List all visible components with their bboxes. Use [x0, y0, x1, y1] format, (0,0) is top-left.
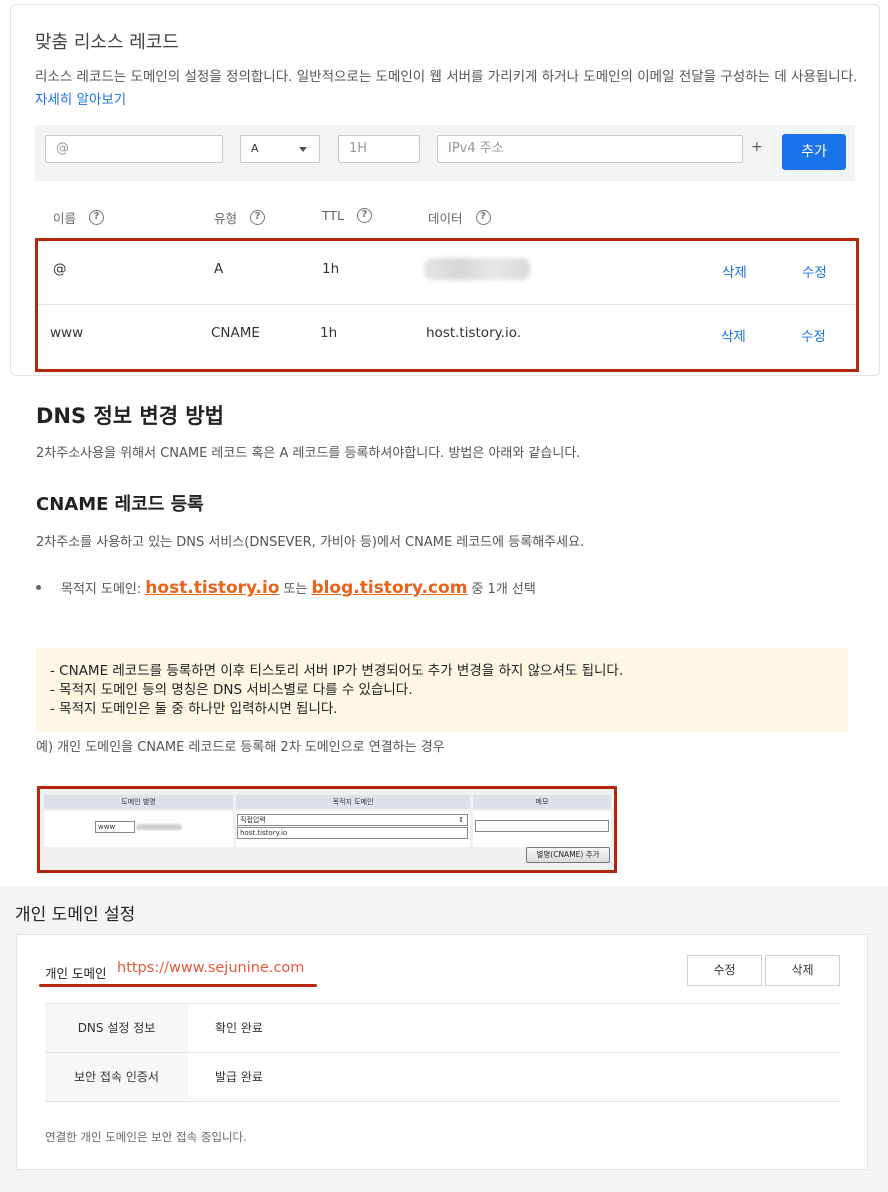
row2-data: host.tistory.io. — [426, 325, 522, 341]
destination-link-blog[interactable]: blog.tistory.com — [311, 578, 467, 598]
table-bottom-border — [45, 1101, 841, 1102]
row2-name: www — [50, 325, 84, 341]
example-add-cname-button: 별명(CNAME) 추가 — [526, 847, 610, 863]
plus-icon[interactable]: + — [751, 139, 763, 155]
edit-domain-button[interactable]: 수정 — [687, 955, 762, 986]
records-title: 맞춤 리소스 레코드 — [35, 32, 179, 53]
help-icon[interactable]: ? — [475, 210, 491, 225]
notice-box: - CNAME 레코드를 등록하면 이후 티스토리 서버 IP가 변경되어도 추… — [36, 648, 848, 732]
notice-line: - CNAME 레코드를 등록하면 이후 티스토리 서버 IP가 변경되어도 추… — [50, 663, 624, 679]
example-alias-input: www — [95, 821, 135, 833]
header-type: 유형 ? — [214, 208, 266, 227]
row2-ttl: 1h — [320, 325, 338, 341]
resource-records-panel: 맞춤 리소스 레코드 리소스 레코드는 도메인의 설정을 정의합니다. 일반적으… — [0, 0, 888, 378]
row1-edit-button[interactable]: 수정 — [802, 261, 827, 281]
guide-heading: DNS 정보 변경 방법 — [36, 404, 224, 428]
example-col-memo: 메모 — [473, 795, 611, 809]
header-ttl-label: TTL — [322, 208, 345, 223]
row1-name: @ — [53, 261, 67, 277]
notice-line: - 목적지 도메인 등의 명칭은 DNS 서비스별로 다를 수 있습니다. — [50, 682, 413, 698]
learn-more-link[interactable]: 자세히 알아보기 — [35, 92, 126, 108]
record-name-input[interactable]: @ — [45, 135, 223, 163]
row2-delete-button[interactable]: 삭제 — [721, 325, 746, 345]
example-col-alias: 도메인 별명 — [44, 795, 233, 809]
record-data-input[interactable]: IPv4 주소 — [437, 135, 743, 163]
row1-ttl: 1h — [322, 261, 340, 277]
caret-down-icon — [299, 147, 307, 152]
dns-status-row: DNS 설정 정보 확인 완료 — [45, 1003, 841, 1052]
row1-type: A — [214, 261, 224, 277]
add-record-form: @ A 1H IPv4 주소 + 추가 — [35, 125, 855, 181]
header-data-label: 데이터 — [428, 211, 463, 226]
cname-text: 2차주소를 사용하고 있는 DNS 서비스(DNSEVER, 가비아 등)에서 … — [36, 535, 585, 550]
header-data: 데이터 ? — [428, 208, 491, 227]
dns-status-key: DNS 설정 정보 — [45, 1004, 188, 1052]
bullet-suffix: 중 1개 선택 — [471, 582, 536, 597]
record-type-value: A — [251, 142, 259, 155]
row2-edit-button[interactable]: 수정 — [801, 325, 826, 345]
header-name: 이름 ? — [53, 208, 105, 227]
cert-status-key: 보안 접속 인증서 — [45, 1053, 188, 1101]
help-icon[interactable]: ? — [250, 210, 266, 225]
records-description: 리소스 레코드는 도메인의 설정을 정의합니다. 일반적으로는 도메인이 웹 서… — [35, 66, 865, 112]
bullet-prefix: 목적지 도메인: — [61, 582, 142, 597]
bullet-mid: 또는 — [283, 582, 308, 597]
example-col-dest: 목적지 도메인 — [236, 795, 470, 809]
help-icon[interactable]: ? — [357, 208, 373, 223]
guide-intro: 2차주소사용을 위해서 CNAME 레코드 혹은 A 레코드를 등록하셔야합니다… — [36, 446, 581, 461]
destination-bullet: 목적지 도메인: host.tistory.io 또는 blog.tistory… — [36, 578, 536, 598]
row-divider — [38, 304, 856, 305]
example-dest-select: 직접입력 ⇕ — [237, 814, 468, 826]
help-icon[interactable]: ? — [89, 210, 105, 225]
row1-delete-button[interactable]: 삭제 — [722, 261, 747, 281]
personal-domain-panel: 개인 도메인 설정 개인 도메인 https://www.sejunine.co… — [0, 886, 888, 1192]
personal-section-title: 개인 도메인 설정 — [15, 905, 136, 925]
example-memo-input — [475, 820, 609, 832]
personal-domain-card: 개인 도메인 https://www.sejunine.com 수정 삭제 DN… — [16, 934, 868, 1170]
destination-link-host[interactable]: host.tistory.io — [145, 578, 279, 598]
domain-label: 개인 도메인 — [45, 966, 107, 981]
select-arrows-icon: ⇕ — [458, 816, 464, 824]
header-ttl: TTL ? — [322, 208, 373, 223]
record-ttl-input[interactable]: 1H — [338, 135, 420, 163]
dns-status-value: 확인 완료 — [215, 1021, 263, 1035]
cert-status-value: 발급 완료 — [215, 1070, 263, 1084]
cname-heading: CNAME 레코드 등록 — [36, 494, 204, 515]
records-description-text: 리소스 레코드는 도메인의 설정을 정의합니다. 일반적으로는 도메인이 웹 서… — [35, 69, 858, 85]
highlight-underline — [39, 984, 317, 987]
record-type-select[interactable]: A — [240, 135, 320, 163]
domain-value: https://www.sejunine.com — [117, 960, 305, 976]
example-caption: 예) 개인 도메인을 CNAME 레코드로 등록해 2차 도메인으로 연결하는 … — [36, 740, 445, 755]
example-dest-input: host.tistory.io — [237, 827, 468, 839]
example-blurred-domain — [136, 824, 182, 830]
bullet-dot-icon — [36, 585, 41, 590]
dns-guide-panel: DNS 정보 변경 방법 2차주소사용을 위해서 CNAME 레코드 혹은 A … — [0, 378, 888, 886]
header-name-label: 이름 — [53, 211, 77, 226]
example-screenshot: 도메인 별명 목적지 도메인 메모 www 직접입력 ⇕ host.tistor… — [37, 786, 617, 873]
header-type-label: 유형 — [214, 211, 238, 226]
row2-type: CNAME — [211, 325, 260, 341]
row1-data-blurred — [424, 258, 530, 280]
example-select-value: 직접입력 — [240, 816, 266, 824]
secure-connection-note: 연결한 개인 도메인은 보안 접속 중입니다. — [45, 1130, 247, 1144]
cert-status-row: 보안 접속 인증서 발급 완료 — [45, 1052, 841, 1101]
delete-domain-button[interactable]: 삭제 — [765, 955, 840, 986]
add-record-button[interactable]: 추가 — [782, 134, 846, 170]
notice-line: - 목적지 도메인은 둘 중 하나만 입력하시면 됩니다. — [50, 701, 338, 717]
